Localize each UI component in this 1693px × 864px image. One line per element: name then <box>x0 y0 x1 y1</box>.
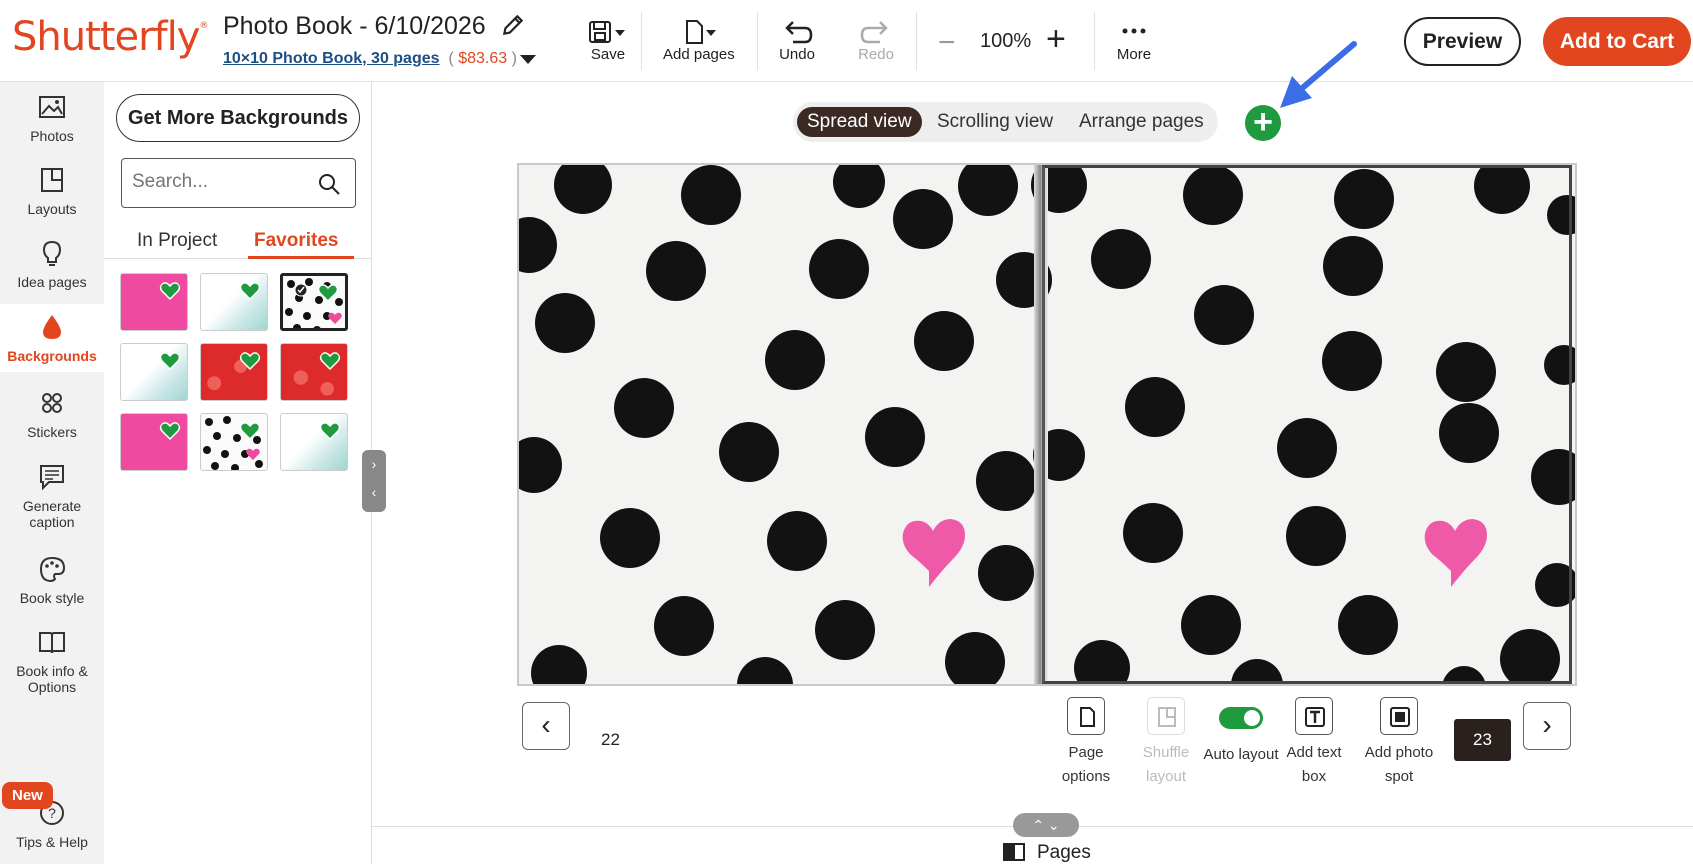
heart-icon[interactable] <box>159 350 181 372</box>
nav-stickers[interactable]: Stickers <box>0 388 104 460</box>
add-to-cart-button[interactable]: Add to Cart <box>1543 17 1691 66</box>
pages-drawer-label[interactable]: Pages <box>1037 842 1091 864</box>
tab-in-project[interactable]: In Project <box>137 230 217 252</box>
annotation-arrow-icon <box>1280 41 1357 108</box>
tab-favorites[interactable]: Favorites <box>254 230 338 252</box>
caption-icon <box>40 465 64 491</box>
tab-scrolling-view[interactable]: Scrolling view <box>927 107 1063 137</box>
redo-icon <box>860 21 888 44</box>
background-swatch[interactable] <box>280 343 348 401</box>
preview-button[interactable]: Preview <box>1404 17 1521 66</box>
previous-page-button[interactable]: ‹ <box>522 702 570 750</box>
search-input[interactable] <box>132 171 312 193</box>
image-icon <box>39 96 65 118</box>
layout-icon <box>41 168 63 192</box>
heart-icon[interactable] <box>317 282 339 304</box>
text-box-icon <box>1305 707 1325 727</box>
nav-idea-pages[interactable]: Idea pages <box>0 238 104 310</box>
polka-dot-background <box>519 165 1575 684</box>
pages-drawer-handle[interactable]: ⌃ ⌄ <box>1013 813 1079 837</box>
chevron-down-icon[interactable] <box>520 55 536 64</box>
nav-book-info[interactable]: Book info & Options <box>0 627 104 717</box>
redo-button[interactable]: Redo <box>858 18 894 63</box>
new-badge: New <box>2 782 53 809</box>
view-toggle: Spread view Scrolling view Arrange pages <box>793 102 1218 142</box>
product-link[interactable]: 10×10 Photo Book, 30 pages <box>223 50 440 67</box>
palette-icon <box>39 556 66 583</box>
tab-spread-view[interactable]: Spread view <box>797 107 922 137</box>
heart-icon[interactable] <box>239 350 261 372</box>
zoom-out-button[interactable]: − <box>938 26 956 60</box>
price: $83.63 <box>458 50 508 67</box>
page-icon <box>1080 707 1095 727</box>
save-button[interactable]: Save <box>586 18 630 63</box>
nav-layouts[interactable]: Layouts <box>0 165 104 237</box>
photo-spot-icon <box>1390 707 1410 727</box>
zoom-in-button[interactable]: + <box>1046 20 1066 59</box>
nav-backgrounds[interactable]: Backgrounds <box>0 304 104 372</box>
auto-layout-toggle[interactable]: Auto layout <box>1201 697 1281 767</box>
pencil-icon[interactable] <box>500 12 526 38</box>
right-page-number: 23 <box>1454 719 1511 761</box>
background-swatch[interactable] <box>200 273 268 331</box>
toggle-switch[interactable] <box>1219 707 1263 729</box>
pages-icon <box>1003 843 1025 861</box>
page-options-button[interactable]: Page options <box>1046 697 1126 789</box>
polka-dot-pattern <box>285 278 343 328</box>
add-pages-button[interactable]: Add pages <box>663 18 735 63</box>
add-text-box-button[interactable]: Add text box <box>1274 697 1354 789</box>
lightbulb-icon <box>42 240 62 266</box>
background-swatch[interactable] <box>200 343 268 401</box>
panel-collapse-handle[interactable]: › ‹ <box>362 450 386 512</box>
nav-book-style[interactable]: Book style <box>0 554 104 626</box>
undo-button[interactable]: Undo <box>779 18 815 63</box>
layout-icon <box>1158 707 1176 727</box>
book-gutter <box>1034 165 1048 684</box>
more-button[interactable]: More <box>1116 18 1152 63</box>
heart-icon[interactable] <box>239 280 261 302</box>
background-swatch[interactable] <box>120 273 188 331</box>
next-page-button[interactable]: › <box>1523 702 1571 750</box>
save-icon <box>589 21 625 43</box>
nav-photos[interactable]: Photos <box>0 92 104 164</box>
top-bar: Shutterfly® Photo Book - 6/10/2026 10×10… <box>0 0 1693 82</box>
background-swatch-selected[interactable] <box>280 273 348 331</box>
background-swatch[interactable] <box>280 413 348 471</box>
backgrounds-panel: Get More Backgrounds In Project Favorite… <box>104 82 372 864</box>
nav-generate-caption[interactable]: Generate caption <box>0 462 104 552</box>
heart-icon[interactable] <box>319 420 341 442</box>
heart-icon[interactable] <box>319 350 341 372</box>
zoom-level: 100% <box>980 30 1032 52</box>
divider <box>757 12 758 70</box>
heart-icon[interactable] <box>239 420 261 442</box>
undo-icon <box>785 21 813 44</box>
drop-icon <box>43 315 61 339</box>
background-swatch[interactable] <box>120 343 188 401</box>
tab-arrange-pages[interactable]: Arrange pages <box>1069 107 1214 137</box>
background-swatch[interactable] <box>120 413 188 471</box>
search-icon[interactable] <box>317 172 341 196</box>
add-photo-spot-button[interactable]: Add photo spot <box>1359 697 1439 789</box>
search-box <box>121 158 356 208</box>
book-icon <box>39 632 65 654</box>
product-info: 10×10 Photo Book, 30 pages ( $83.63 ) <box>223 50 517 67</box>
left-nav: Photos Layouts Idea pages Backgrounds St… <box>0 82 104 864</box>
divider <box>641 12 642 70</box>
get-more-backgrounds-button[interactable]: Get More Backgrounds <box>116 94 360 142</box>
page-add-icon <box>685 20 716 44</box>
divider <box>1094 12 1095 70</box>
left-page-number: 22 <box>601 730 620 749</box>
sticker-icon <box>42 393 62 413</box>
active-tab-indicator <box>248 256 354 259</box>
heart-icon[interactable] <box>159 420 181 442</box>
divider <box>916 12 917 70</box>
project-title[interactable]: Photo Book - 6/10/2026 <box>223 12 486 41</box>
background-swatch[interactable] <box>200 413 268 471</box>
shutterfly-logo[interactable]: Shutterfly® <box>12 14 208 60</box>
shuffle-layout-button[interactable]: Shuffle layout <box>1126 697 1206 789</box>
heart-icon[interactable] <box>159 280 181 302</box>
more-dots-icon <box>1122 28 1146 34</box>
